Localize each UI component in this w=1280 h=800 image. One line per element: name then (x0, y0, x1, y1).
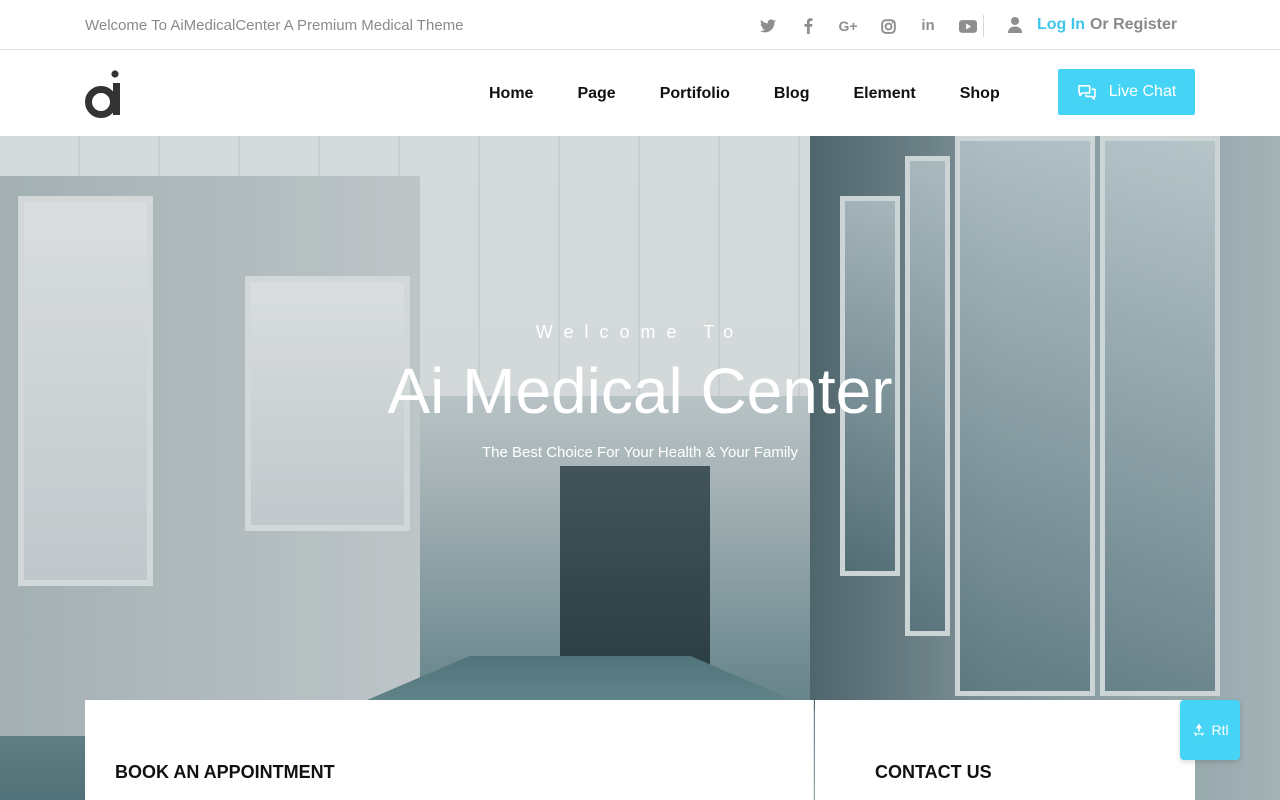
nav-element[interactable]: Element (853, 85, 915, 103)
hero-title: Ai Medical Center (387, 355, 893, 427)
instagram-icon[interactable] (868, 15, 908, 37)
nav-home[interactable]: Home (489, 85, 533, 103)
top-bar: Welcome To AiMedicalCenter A Premium Med… (0, 0, 1280, 50)
contact-title: CONTACT US (875, 762, 992, 782)
chat-icon (1077, 84, 1096, 100)
login-area: Log In Or Register (1008, 16, 1177, 34)
youtube-icon[interactable] (948, 15, 988, 37)
main-header: Home Page Portifolio Blog Element Shop L… (0, 50, 1280, 136)
recycle-icon (1193, 723, 1206, 737)
login-link[interactable]: Log In (1037, 16, 1085, 34)
contact-card: CONTACT US (815, 700, 1195, 800)
rtl-label: Rtl (1211, 722, 1229, 738)
social-links: G+ in (748, 15, 988, 37)
book-appointment-title: BOOK AN APPOINTMENT (115, 762, 335, 782)
rtl-toggle-button[interactable]: Rtl (1180, 700, 1240, 760)
topbar-divider (983, 15, 984, 37)
logo[interactable] (84, 70, 122, 118)
welcome-text: Welcome To AiMedicalCenter A Premium Med… (85, 17, 464, 34)
nav-portfolio[interactable]: Portifolio (660, 85, 730, 103)
live-chat-label: Live Chat (1108, 83, 1177, 100)
user-icon (1008, 17, 1022, 33)
linkedin-icon[interactable]: in (908, 15, 948, 37)
twitter-icon[interactable] (748, 15, 788, 37)
live-chat-button[interactable]: Live Chat (1058, 69, 1195, 115)
hero-subtitle: The Best Choice For Your Health & Your F… (482, 444, 798, 461)
main-nav: Home Page Portifolio Blog Element Shop (489, 85, 1044, 103)
hero-eyebrow: Welcome To (535, 322, 745, 342)
register-link[interactable]: Or Register (1090, 16, 1177, 34)
google-plus-icon[interactable]: G+ (828, 15, 868, 37)
nav-blog[interactable]: Blog (774, 85, 810, 103)
facebook-icon[interactable] (788, 15, 828, 37)
book-appointment-card: BOOK AN APPOINTMENT (85, 700, 814, 800)
nav-shop[interactable]: Shop (960, 85, 1000, 103)
nav-page[interactable]: Page (577, 85, 615, 103)
